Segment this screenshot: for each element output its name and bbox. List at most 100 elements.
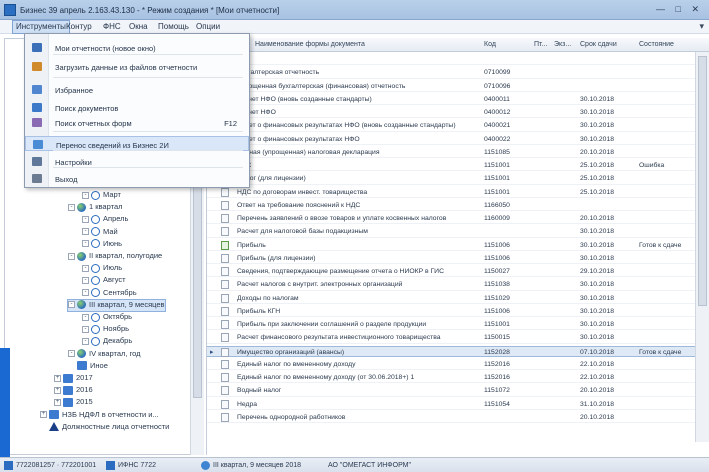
table-row[interactable]: Перечень заявлений о ввозе товаров и упл… — [207, 213, 709, 225]
table-row[interactable]: Единый налог по вмененному доходу 1152016… — [207, 359, 709, 371]
table-row[interactable] — [207, 54, 709, 66]
col-header-due-date[interactable]: Срок сдачи — [580, 41, 617, 48]
tree-item[interactable]: +2016 — [54, 385, 93, 396]
tree-item-label: II квартал, полугодие — [89, 251, 163, 260]
table-row[interactable]: Перечень однородной работников 20.10.2018 — [207, 412, 709, 424]
tree-expander-icon[interactable]: - — [68, 252, 75, 260]
tree-item[interactable]: - 1 квартал — [68, 202, 123, 213]
tree-item[interactable]: + НЗБ НДФЛ в отчетности и... — [40, 410, 159, 421]
table-row[interactable]: Налог (для лицензии) 1151001 25.10.2018 — [207, 173, 709, 185]
tree-expander-icon[interactable]: - — [68, 350, 75, 358]
table-row[interactable]: Доходы по налогам 1151029 30.10.2018 — [207, 293, 709, 304]
menu-item-search-docs[interactable]: Поиск документов — [25, 100, 249, 115]
tree-item[interactable]: - III квартал, 9 месяцев — [67, 298, 166, 312]
table-row[interactable]: Упрощенная бухгалтерская (финансовая) от… — [207, 81, 709, 92]
tree-item[interactable]: - Август — [82, 275, 126, 286]
table-row[interactable]: Расчет налогов с внутрит. электронных ор… — [207, 279, 709, 291]
menu-overflow-icon[interactable]: ▾ — [699, 21, 704, 32]
cell-code: 1151054 — [484, 400, 510, 408]
tree-item[interactable]: - II квартал, полугодие — [68, 251, 162, 262]
table-row[interactable]: ▸ Имущество организаций (авансы) 1152028 07… — [207, 345, 709, 357]
tree-item[interactable]: Иное — [68, 361, 108, 372]
tree-item[interactable]: +2015 — [54, 397, 93, 408]
col-header-code[interactable]: Код — [484, 41, 496, 48]
tree-item[interactable]: - Март — [82, 190, 121, 201]
tree-expander-icon[interactable]: - — [82, 264, 89, 272]
col-header-name[interactable]: Наименование формы документа — [255, 41, 365, 48]
tree-item[interactable]: - Ноябрь — [82, 324, 129, 335]
table-row[interactable]: Ответ на требование пояснений к НДС 11660… — [207, 200, 709, 212]
tree-expander-icon[interactable]: - — [82, 240, 89, 248]
tree-item[interactable]: - Декабрь — [82, 336, 132, 347]
menu-instruments[interactable]: Инструменты — [12, 20, 70, 34]
tree-item[interactable]: - Апрель — [82, 214, 128, 225]
table-row[interactable]: Сведения, подтверждающие размещение отче… — [207, 266, 709, 278]
table-row[interactable]: Расчет НФО 0400012 30.10.2018 — [207, 107, 709, 119]
tree-expander-icon[interactable]: + — [54, 398, 61, 406]
table-row[interactable]: Прибыль при заключении соглашений о разд… — [207, 319, 709, 331]
table-row[interactable]: НДС 1151001 25.10.2018 Ошибка — [207, 160, 709, 172]
menu-help[interactable]: Помощь — [158, 22, 189, 31]
table-row[interactable]: Расчет для налоговой базы подакцизным 30.… — [207, 226, 709, 238]
tree-expander-icon[interactable]: - — [82, 313, 89, 321]
tree-expander-icon[interactable]: + — [54, 386, 61, 394]
window-controls[interactable]: — □ ✕ — [656, 4, 703, 15]
table-row[interactable]: Единая (упрощенная) налоговая декларация… — [207, 147, 709, 159]
tree-expander-icon[interactable]: + — [40, 411, 47, 419]
menu-fns[interactable]: ФНС — [103, 22, 121, 31]
tree-item[interactable]: - Октябрь — [82, 312, 132, 323]
tree-expander-icon[interactable]: - — [82, 228, 89, 236]
tree-item[interactable]: +2017 — [54, 373, 93, 384]
table-row[interactable]: Расчет финансового результата инвестицио… — [207, 332, 709, 344]
col-header-status[interactable]: Состояние — [639, 41, 674, 48]
menu-item-search-forms[interactable]: Поиск отчетных форм F12 — [25, 115, 249, 130]
tree-item[interactable]: - Июнь — [82, 239, 122, 250]
tree-expander-icon[interactable]: - — [68, 203, 75, 211]
tree-expander-icon[interactable]: - — [82, 337, 89, 345]
cell-code: 0400021 — [484, 122, 511, 130]
table-row[interactable]: Отчет о финансовых результатах НФО (внов… — [207, 120, 709, 132]
tree-expander-icon[interactable]: - — [82, 215, 89, 223]
table-row[interactable]: НДС по договорам инвест. товарищества 115… — [207, 187, 709, 198]
table-row[interactable]: Прибыль КГН 1151006 30.10.2018 — [207, 306, 709, 318]
table-row[interactable]: Единый налог по вмененному доходу (от 30… — [207, 372, 709, 384]
cell-code: 0400012 — [484, 109, 511, 116]
tree-item[interactable]: - Май — [82, 227, 118, 238]
table-row[interactable]: Расчет НФО (вновь созданные стандарты) 04… — [207, 94, 709, 106]
table-row[interactable]: Прибыль 1151006 30.10.2018 Готов к сдаче — [207, 240, 709, 251]
window-titlebar: Бизнес 39 апрель 2.163.43.130 - * Режим … — [0, 0, 709, 20]
menu-item-favorites[interactable]: Избранное — [25, 82, 249, 97]
tree-expander-icon[interactable]: - — [82, 289, 89, 297]
tree-item-label: Декабрь — [103, 336, 133, 346]
clock-icon — [91, 263, 100, 273]
menu-options[interactable]: Опции — [196, 22, 220, 31]
tree-item[interactable]: Должностные лица отчетности — [40, 422, 169, 433]
menu-item-label: Поиск документов — [55, 104, 119, 113]
menu-kontur[interactable]: Контур — [66, 22, 92, 31]
tree-expander-icon[interactable]: - — [82, 276, 89, 284]
tree-expander-icon[interactable]: - — [68, 301, 75, 309]
tree-item[interactable]: - Сентябрь — [82, 288, 137, 299]
tree-item-label: Должностные лица отчетности — [62, 421, 170, 431]
table-row[interactable]: Водный налог 1151072 20.10.2018 — [207, 385, 709, 397]
table-row[interactable]: Недра 1151054 31.10.2018 — [207, 399, 709, 410]
grid-scroll-thumb[interactable] — [698, 56, 707, 306]
tree-expander-icon[interactable]: - — [82, 325, 89, 333]
menu-item-my-reports[interactable]: Мои отчетности (новое окно) — [25, 40, 249, 55]
grid-scrollbar[interactable] — [695, 52, 709, 442]
menu-item-exit[interactable]: Выход — [25, 171, 249, 186]
col-header-copies[interactable]: Экз... — [554, 41, 571, 48]
table-row[interactable]: Бухгалтерская отчетность 0710099 — [207, 67, 709, 79]
table-row[interactable]: Прибыль (для лицензии) 1151006 30.10.2018 — [207, 253, 709, 265]
tree-item[interactable]: - IV квартал, год — [68, 349, 141, 360]
document-form-icon — [221, 373, 229, 382]
table-row[interactable]: Отчет о финансовых результатах НФО 040002… — [207, 134, 709, 145]
menu-item-load-data[interactable]: Загрузить данные из файлов отчетности — [25, 59, 249, 74]
menu-item-transfer-data[interactable]: Перенос сведений из Бизнес 2И — [25, 136, 249, 151]
cell-form-name: Прибыль КГН — [237, 307, 281, 315]
col-header-pt[interactable]: Пт... — [534, 41, 547, 48]
tree-expander-icon[interactable]: - — [82, 191, 89, 199]
menu-windows[interactable]: Окна — [129, 22, 148, 31]
tree-item[interactable]: - Июль — [82, 263, 122, 274]
tree-expander-icon[interactable]: + — [54, 374, 61, 382]
